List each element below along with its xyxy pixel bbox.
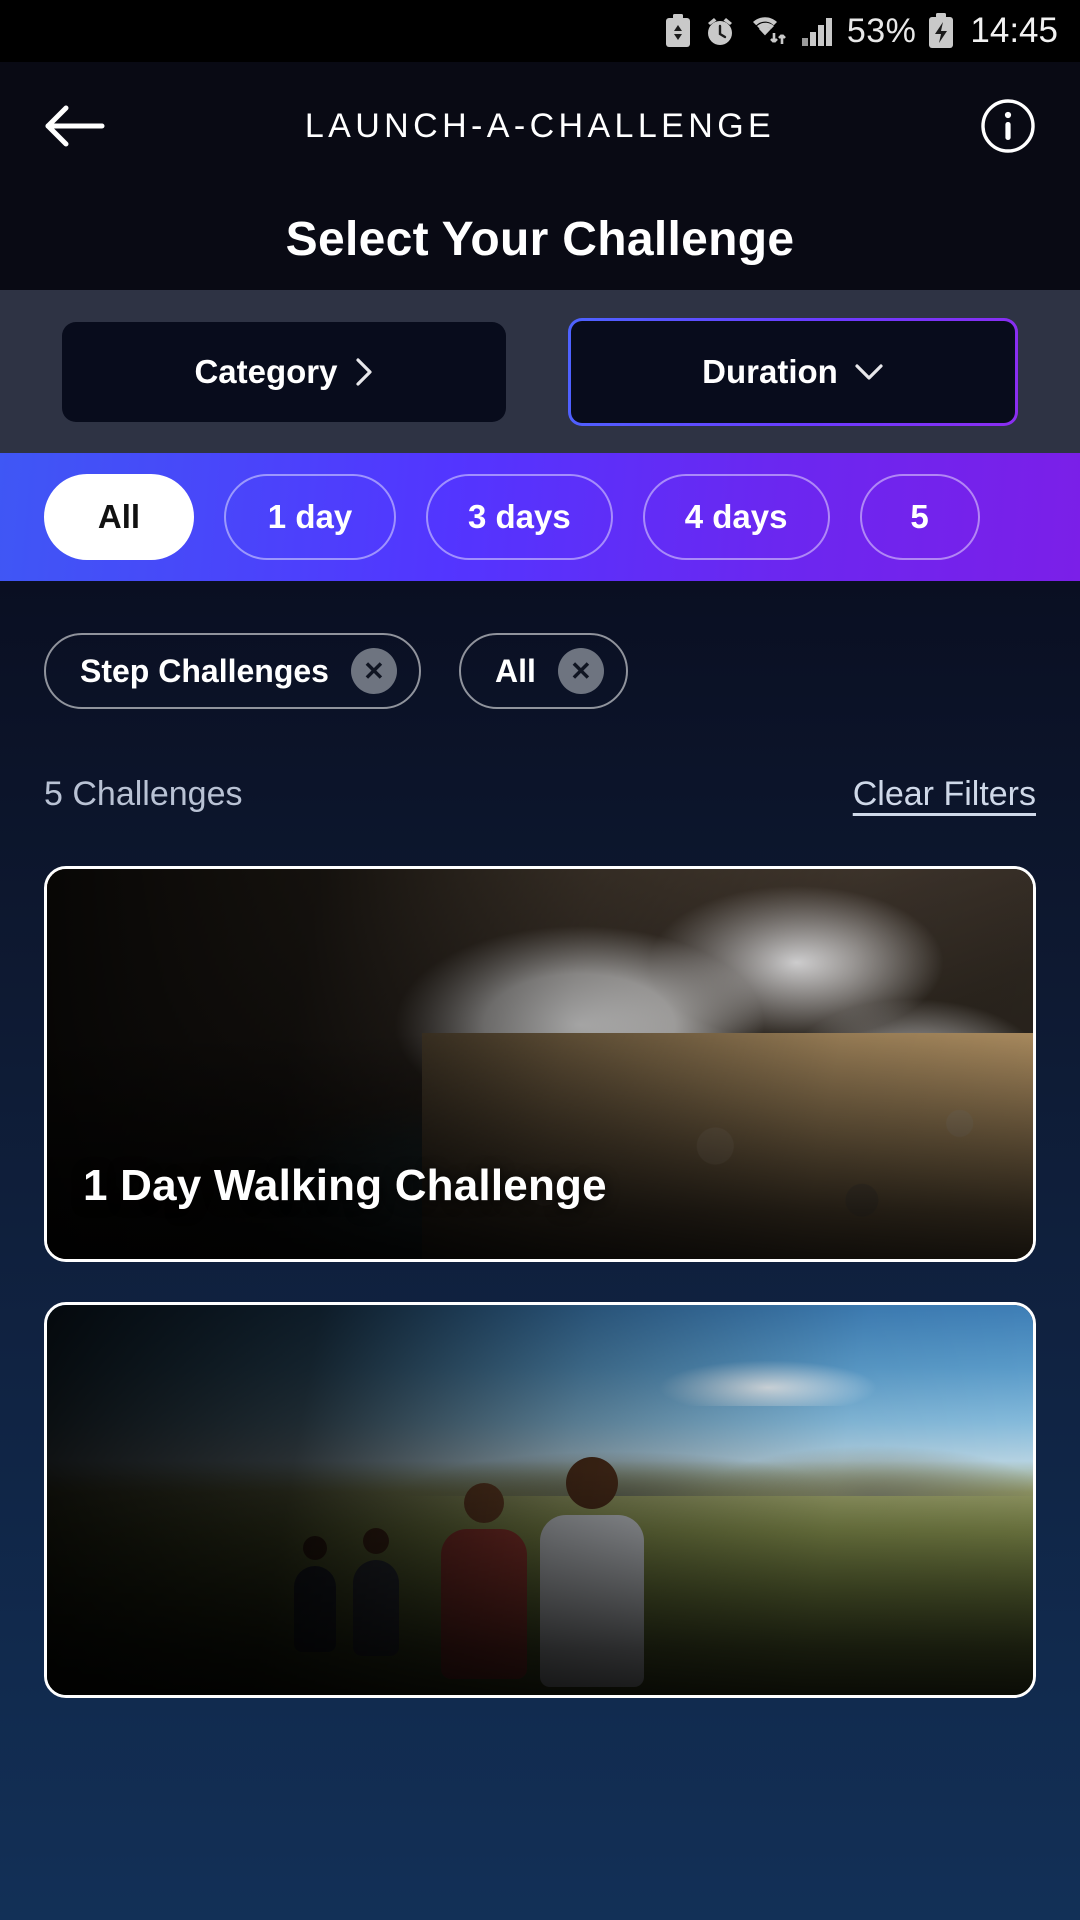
chip-label: Step Challenges (80, 652, 329, 689)
clear-filters-link[interactable]: Clear Filters (853, 775, 1036, 814)
duration-pill-strip[interactable]: All 1 day 3 days 4 days 5 (0, 453, 1080, 581)
duration-filter-label: Duration (702, 352, 838, 390)
filter-bar: Category Duration (0, 290, 1080, 453)
info-button[interactable] (956, 98, 1036, 154)
duration-pill-5-days[interactable]: 5 (859, 474, 980, 560)
app-header: LAUNCH-A-CHALLENGE Select Your Challenge (0, 62, 1080, 290)
back-button[interactable] (44, 102, 124, 150)
challenge-count-label: 5 Challenges (44, 775, 243, 813)
battery-charging-icon (928, 13, 954, 49)
wifi-icon (749, 14, 789, 48)
duration-pill-3-days[interactable]: 3 days (426, 474, 613, 560)
duration-pill-4-days[interactable]: 4 days (642, 474, 830, 560)
signal-icon (801, 14, 835, 48)
card-scrim-vertical (47, 1305, 1033, 1695)
duration-pill-all[interactable]: All (44, 474, 194, 560)
chip-step-challenges[interactable]: Step Challenges ✕ (44, 633, 421, 709)
app-screen: 53% 14:45 LAUNCH-A-CHALLENGE Select Your… (0, 0, 1080, 1920)
challenge-card[interactable]: 1 Day Walking Challenge (44, 866, 1036, 1262)
info-icon (981, 99, 1035, 153)
chevron-down-icon (854, 362, 884, 382)
header-title-wrap: LAUNCH-A-CHALLENGE (124, 107, 956, 146)
header-topbar: LAUNCH-A-CHALLENGE (0, 62, 1080, 190)
alarm-icon (703, 14, 737, 48)
content-area: Step Challenges ✕ All ✕ 5 Challenges Cle… (0, 581, 1080, 1920)
clock-label: 14:45 (970, 11, 1058, 50)
duration-filter-button[interactable]: Duration (568, 318, 1018, 426)
chip-all[interactable]: All ✕ (458, 633, 628, 709)
chevron-right-icon (354, 357, 374, 387)
page-heading: Select Your Challenge (285, 213, 795, 266)
results-summary-row: 5 Challenges Clear Filters (44, 775, 1036, 814)
active-filter-chips: Step Challenges ✕ All ✕ (44, 581, 1036, 709)
chip-label: All (494, 652, 536, 689)
category-filter-label: Category (194, 352, 338, 390)
duration-pill-1-day[interactable]: 1 day (224, 474, 396, 560)
back-arrow-icon (45, 105, 105, 147)
challenge-card-title: 1 Day Walking Challenge (83, 1161, 607, 1210)
page-title: LAUNCH-A-CHALLENGE (304, 106, 776, 145)
category-filter-button[interactable]: Category (62, 321, 506, 422)
battery-percent-label: 53% (846, 11, 917, 50)
battery-saver-icon (665, 14, 691, 48)
close-icon[interactable]: ✕ (350, 648, 397, 694)
close-icon[interactable]: ✕ (557, 648, 604, 694)
status-bar: 53% 14:45 (0, 0, 1080, 62)
challenge-card-list: 1 Day Walking Challenge (44, 866, 1036, 1698)
challenge-card[interactable] (44, 1302, 1036, 1698)
